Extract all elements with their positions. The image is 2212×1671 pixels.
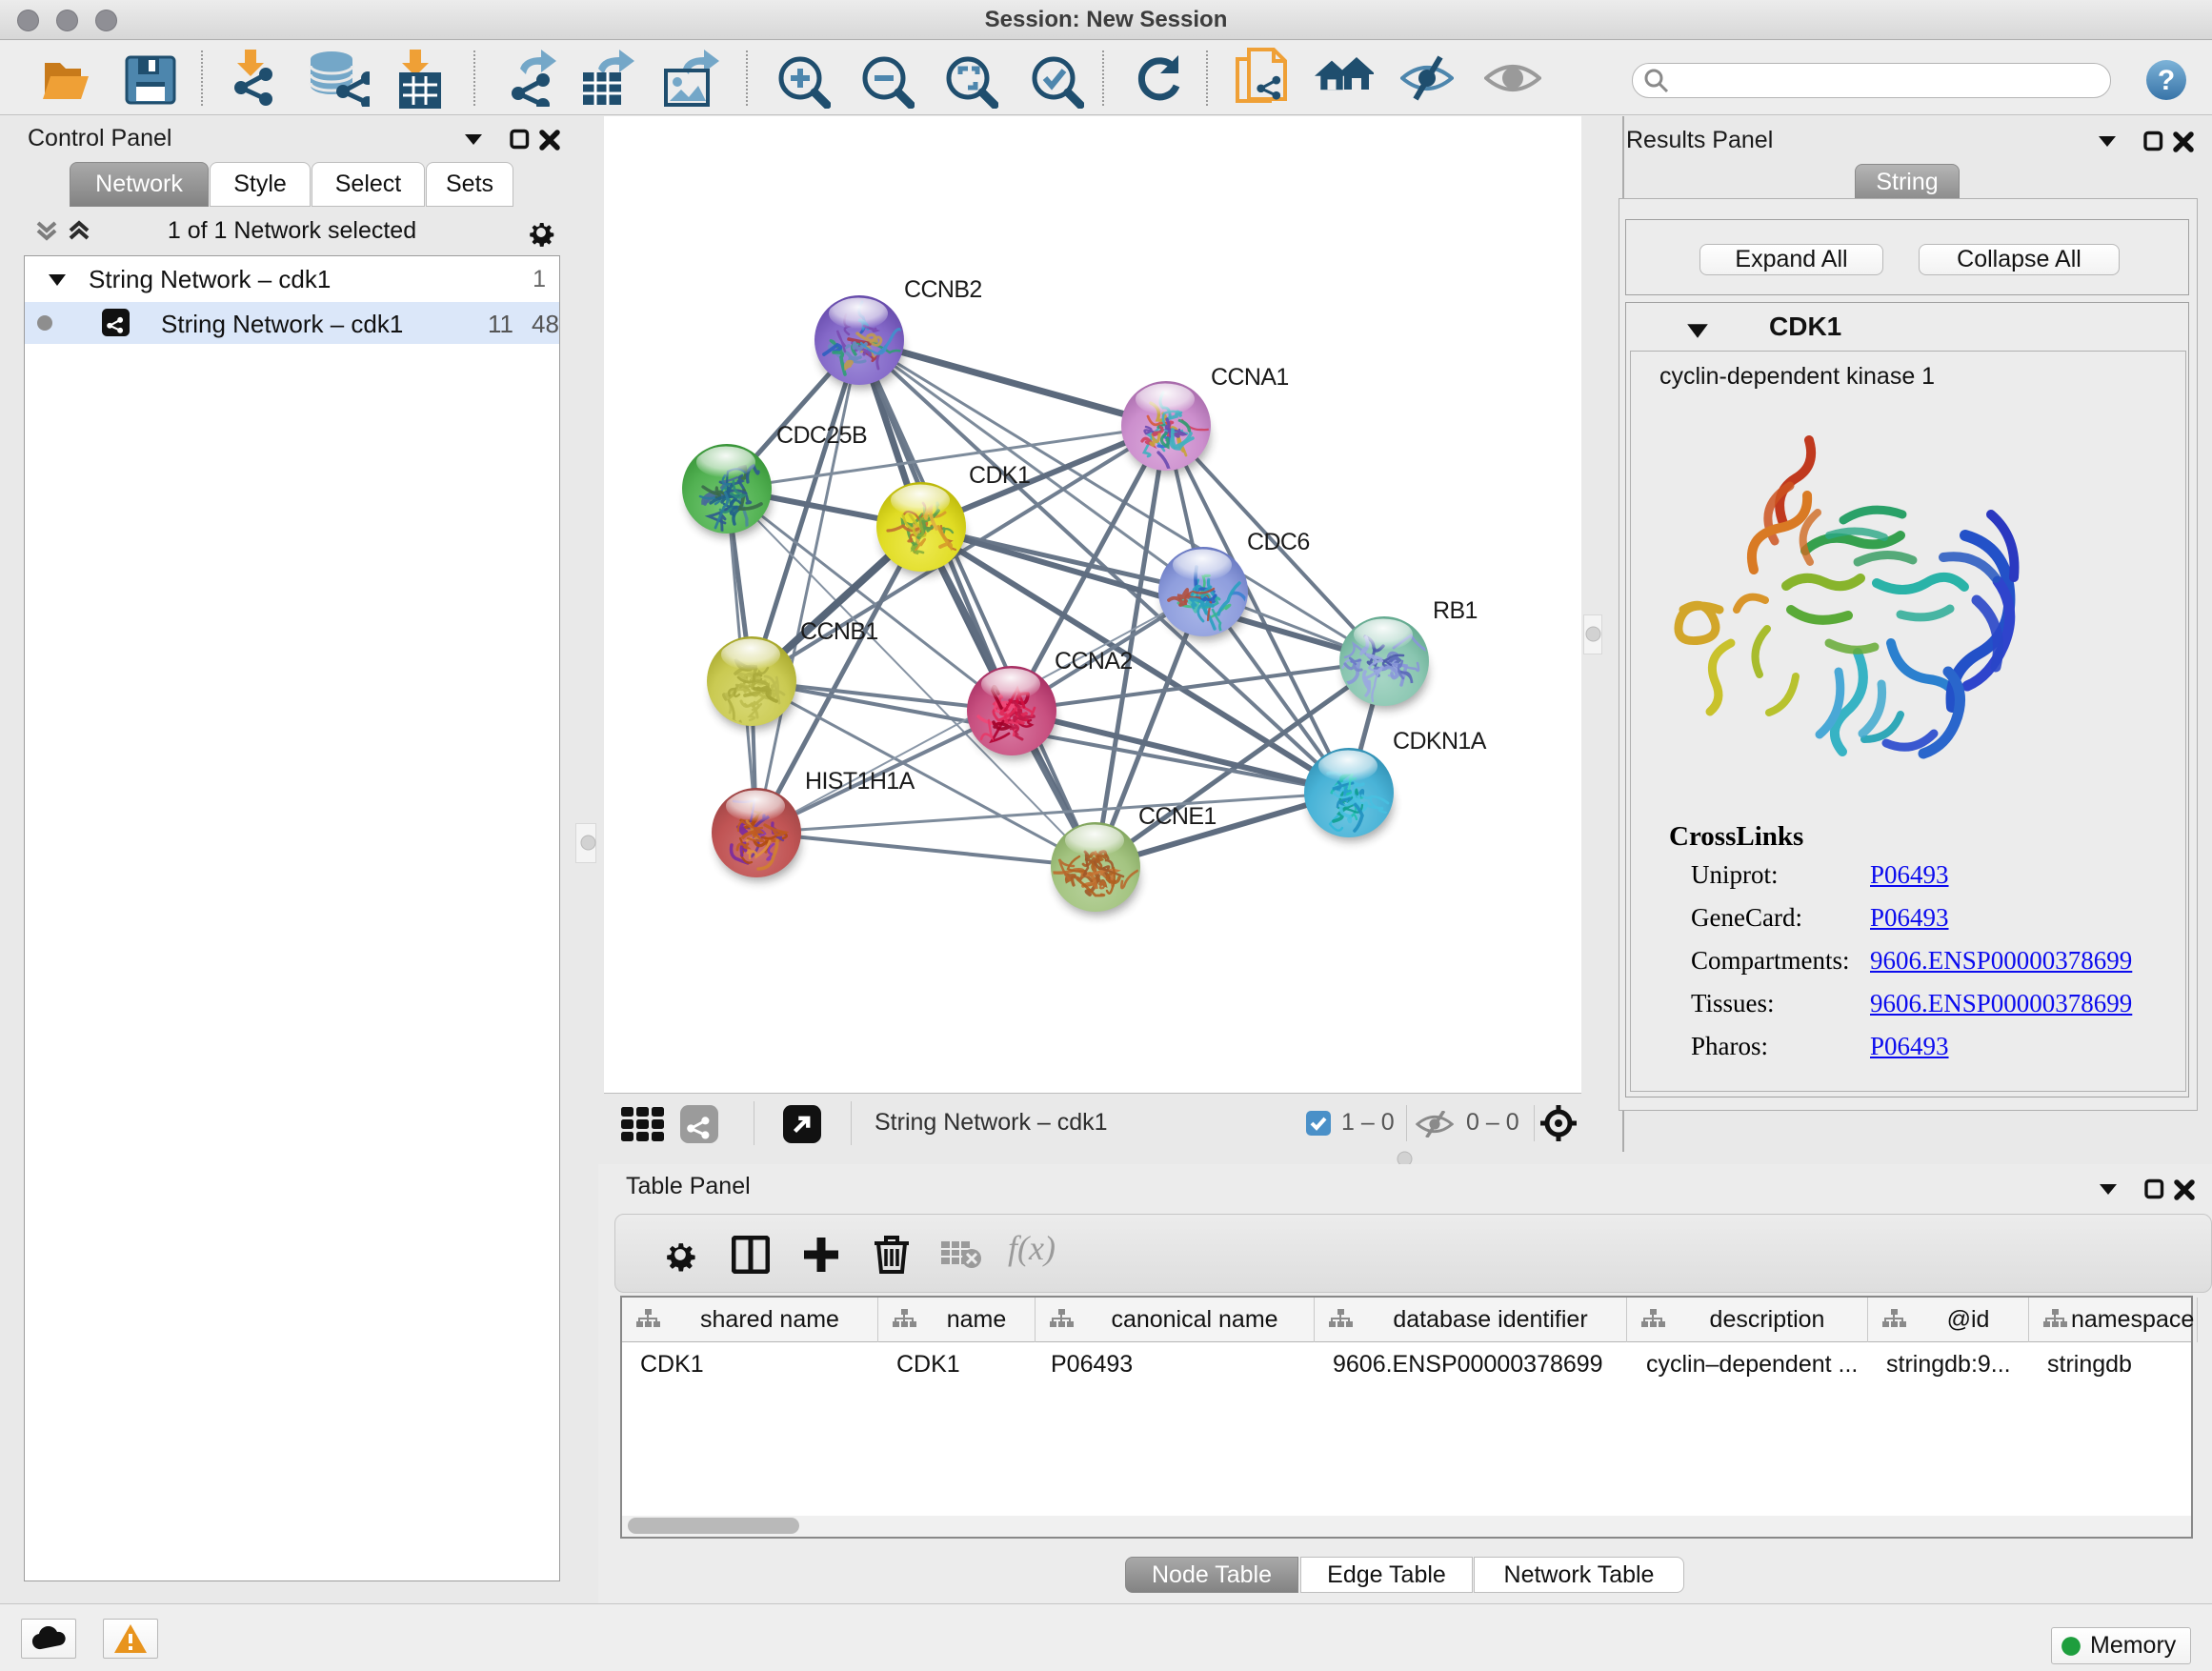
svg-text:CDC25B: CDC25B bbox=[776, 422, 867, 449]
svg-text:HIST1H1A: HIST1H1A bbox=[805, 768, 915, 795]
svg-text:CCNB2: CCNB2 bbox=[904, 276, 982, 303]
svg-text:CCNB1: CCNB1 bbox=[800, 618, 878, 645]
svg-text:CDK1: CDK1 bbox=[969, 462, 1030, 489]
svg-text:?: ? bbox=[2158, 65, 2175, 96]
svg-text:RB1: RB1 bbox=[1433, 597, 1478, 624]
svg-text:CDKN1A: CDKN1A bbox=[1393, 728, 1487, 755]
svg-text:CCNA2: CCNA2 bbox=[1055, 648, 1133, 674]
svg-text:CDC6: CDC6 bbox=[1247, 529, 1310, 555]
svg-text:CCNE1: CCNE1 bbox=[1138, 803, 1217, 830]
svg-text:CCNA1: CCNA1 bbox=[1211, 364, 1289, 391]
